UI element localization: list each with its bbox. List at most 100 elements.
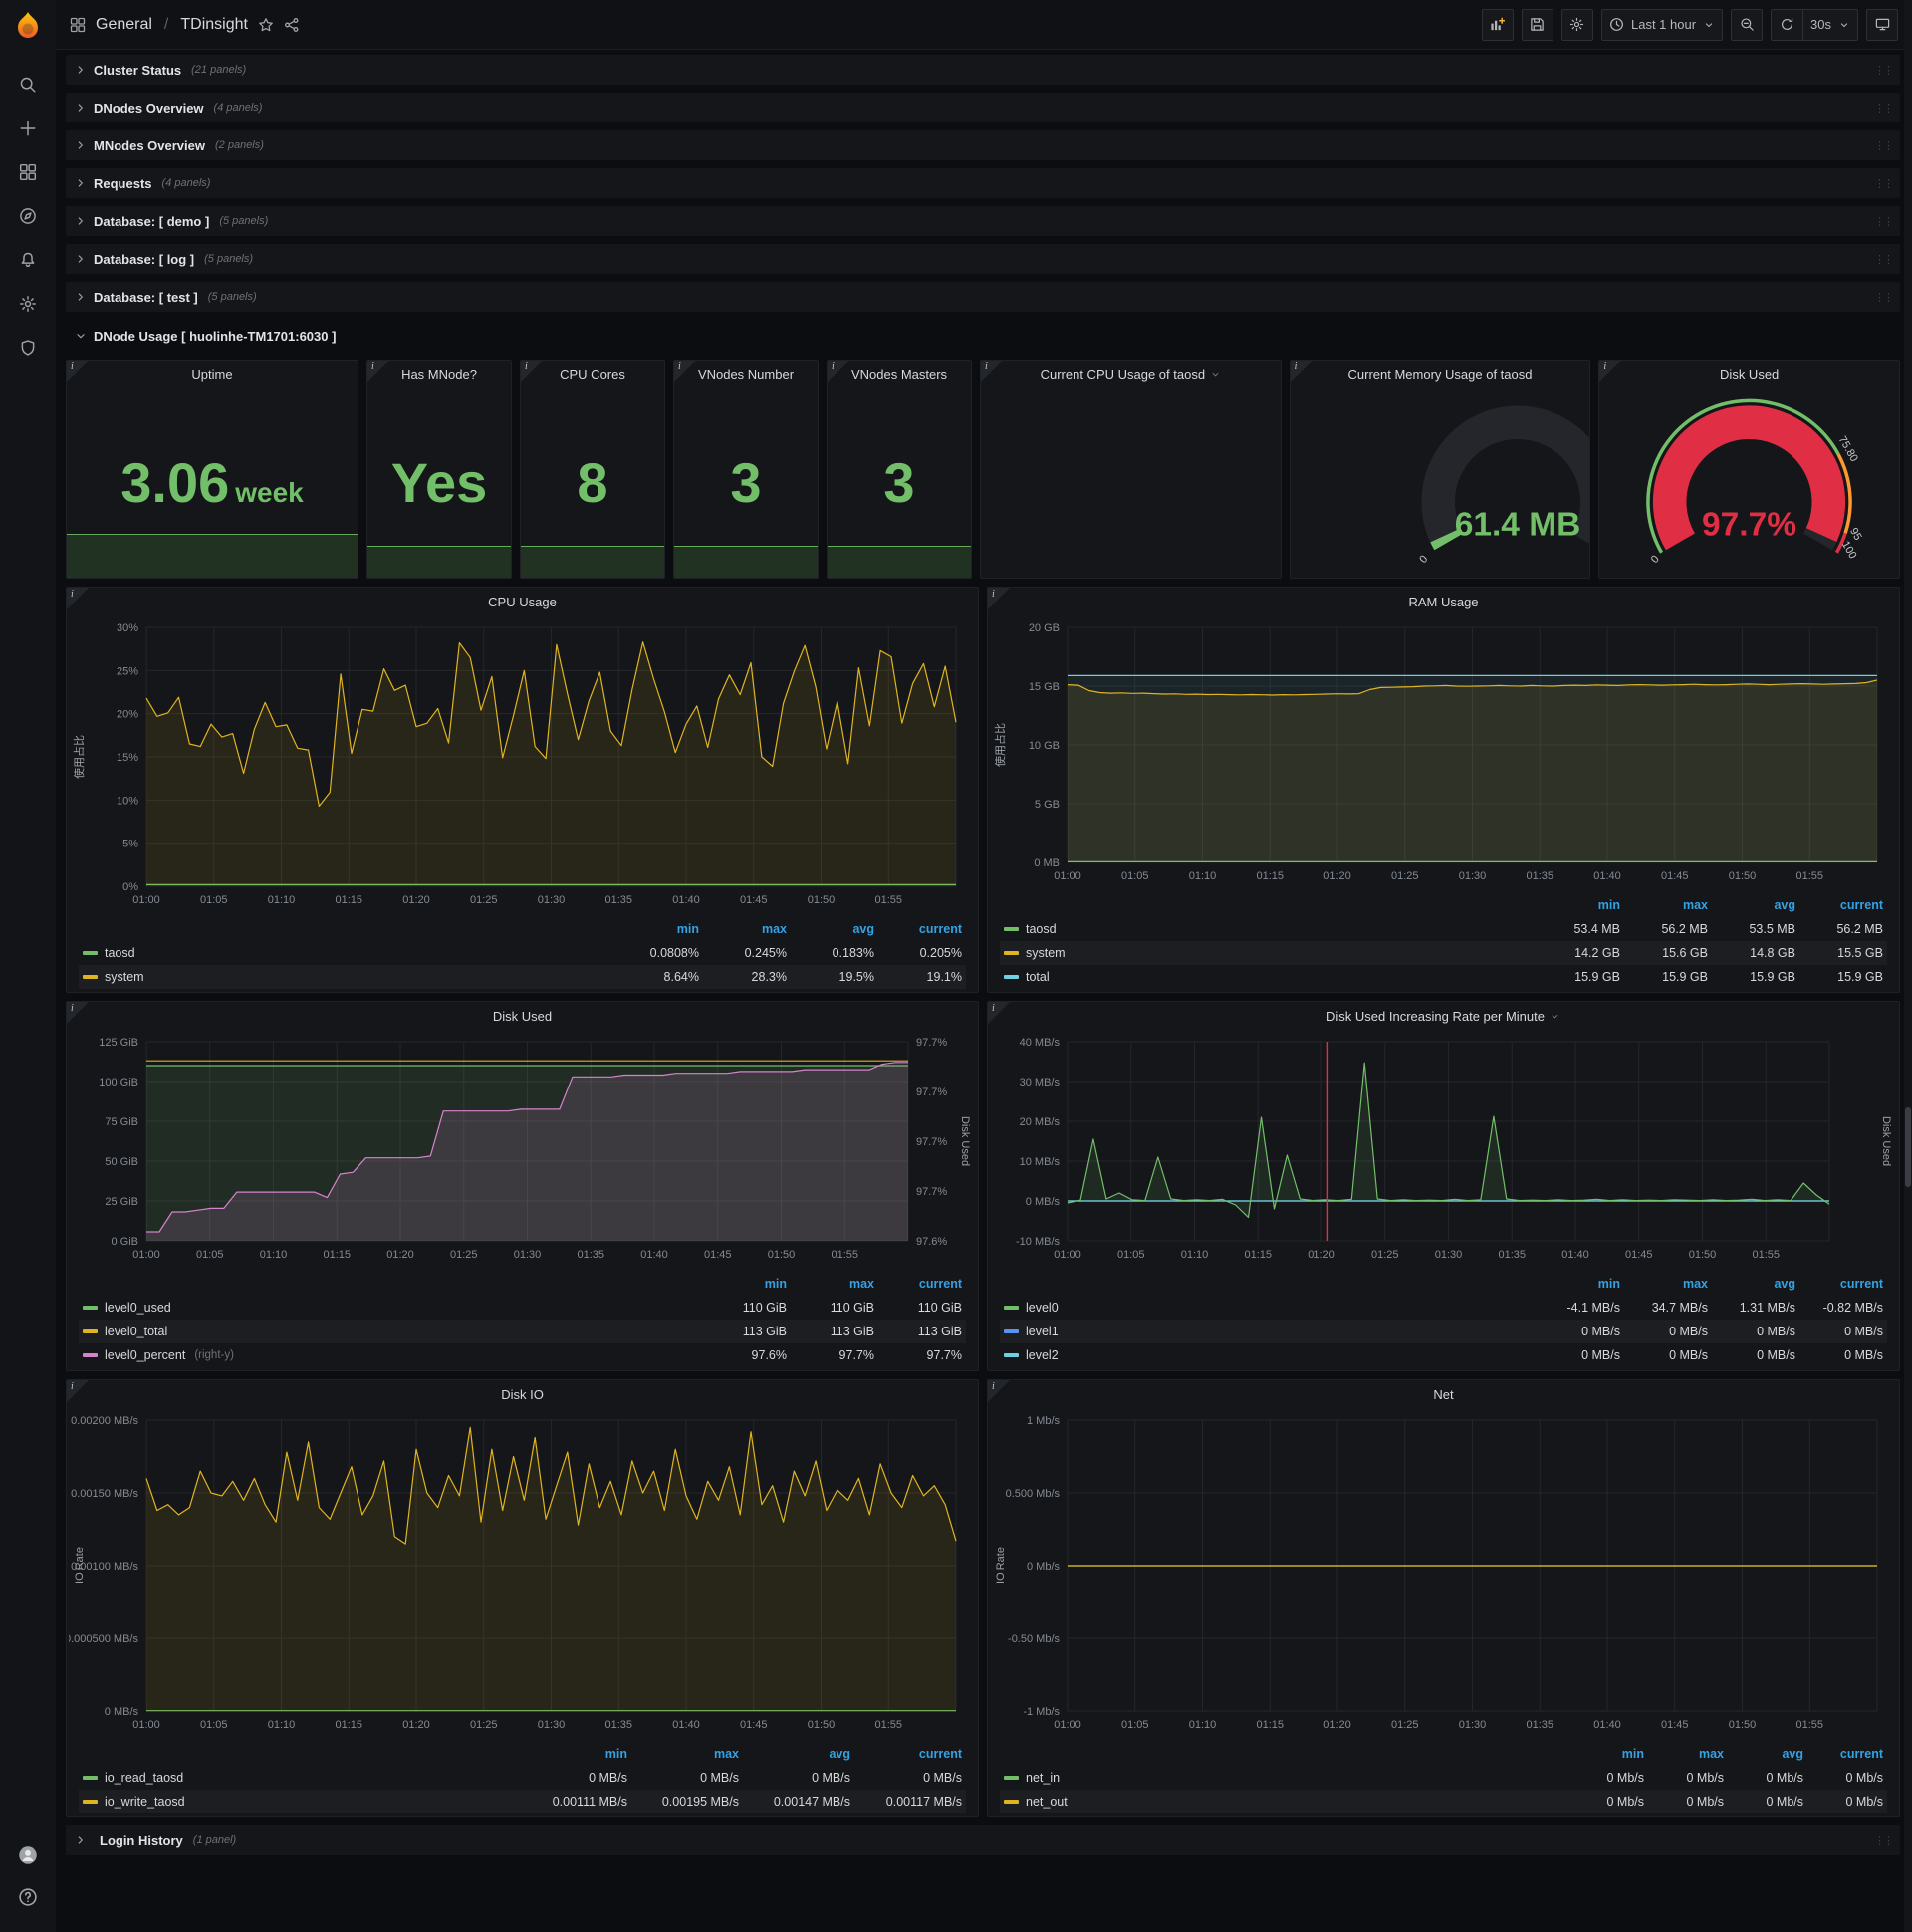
sidebar-item-explore[interactable] [8,195,48,237]
panel-add-button[interactable] [1481,8,1514,41]
legend-series-toggle[interactable]: taosd [1004,922,1533,936]
info-corner-icon[interactable]: i [981,361,1003,382]
gauge-value: 97.7% [1702,507,1796,544]
legend-series-toggle[interactable]: level0_percent (right-y) [83,1348,699,1362]
dashboard-row[interactable]: DNodes Overview (4 panels) ⋮⋮ [66,93,1900,122]
panel-title[interactable]: Disk IO [67,1380,978,1408]
zoom-out-button[interactable] [1731,8,1764,41]
legend-series-toggle[interactable]: net_in [1004,1771,1564,1785]
info-corner-icon[interactable]: i [988,588,1010,609]
row-dnode-usage[interactable]: DNode Usage [ huolinhe-TM1701:6030 ] [66,320,1900,352]
scrollbar-track[interactable] [1904,0,1912,1932]
dashboard-row[interactable]: MNodes Overview (2 panels) ⋮⋮ [66,130,1900,160]
sidebar-item-server-admin[interactable] [8,327,48,368]
refresh-button[interactable] [1771,8,1803,41]
refresh-interval-picker[interactable]: 30s [1802,8,1858,41]
legend-series-toggle[interactable]: level0_total [83,1325,699,1338]
drag-handle-icon[interactable]: ⋮⋮ [1874,102,1894,115]
info-corner-icon[interactable]: i [67,361,89,382]
legend-series-toggle[interactable]: system [83,970,611,984]
sidebar-item-search[interactable] [8,64,48,106]
drag-handle-icon[interactable]: ⋮⋮ [1874,139,1894,152]
legend-row: io_read_taosd 0 MB/s 0 MB/s 0 MB/s 0 MB/s [79,1766,966,1790]
legend-series-toggle[interactable]: io_write_taosd [83,1795,516,1809]
legend-series-toggle[interactable]: total [1004,970,1533,984]
monitor-button[interactable] [1866,8,1898,41]
share-icon[interactable] [284,17,300,33]
sidebar-item-configuration[interactable] [8,283,48,325]
sidebar-item-dashboards[interactable] [8,151,48,193]
legend-value: 15.9 GB [1574,970,1620,984]
info-corner-icon[interactable]: i [67,1002,89,1024]
info-corner-icon[interactable]: i [521,361,543,382]
info-corner-icon[interactable]: i [67,1380,89,1402]
chart-plot-area[interactable]: 01:00 01:05 01:10 01:15 01:20 01:25 01:30 01:35… [990,1410,1893,1740]
dashboard-row[interactable]: Database: [ log ] (5 panels) ⋮⋮ [66,244,1900,274]
legend-series-toggle[interactable]: net_out [1004,1795,1564,1809]
panel-title[interactable]: Disk Used Increasing Rate per Minute [988,1002,1899,1030]
drag-handle-icon[interactable]: ⋮⋮ [1874,253,1894,266]
info-corner-icon[interactable]: i [1290,361,1313,382]
legend-row: level0_total 113 GiB 113 GiB 113 GiB [79,1320,966,1343]
grafana-logo[interactable] [9,8,47,46]
sidebar-item-help[interactable] [8,1876,48,1918]
legend-header: min [764,1277,787,1291]
panel-title[interactable]: Disk Used [1599,361,1899,388]
star-icon[interactable] [258,17,274,33]
panel-title[interactable]: Current Memory Usage of taosd [1291,361,1590,388]
gauge-chart: 01000.154% [981,388,1282,578]
dashboard-row[interactable]: Database: [ demo ] (5 panels) ⋮⋮ [66,206,1900,236]
star-icon [259,17,273,31]
panel-title[interactable]: Net [988,1380,1899,1408]
legend-series-toggle[interactable]: level0_used [83,1301,699,1315]
sidebar-item-alerting[interactable] [8,239,48,281]
legend-series-toggle[interactable]: io_read_taosd [83,1771,516,1785]
chart-plot-area[interactable]: 01:00 01:05 01:10 01:15 01:20 01:25 01:30 01:35… [69,617,972,915]
dashboard-row[interactable]: Requests (4 panels) ⋮⋮ [66,168,1900,198]
time-range-picker[interactable]: Last 1 hour [1600,8,1724,41]
legend-series-toggle[interactable]: level1 [1004,1325,1533,1338]
drag-handle-icon[interactable]: ⋮⋮ [1874,215,1894,228]
info-corner-icon[interactable]: i [674,361,696,382]
drag-handle-icon[interactable]: ⋮⋮ [1874,1834,1894,1847]
row-login-history[interactable]: Login History (1 panel) ⋮⋮ [66,1825,1900,1855]
x-tick-label: 01:05 [1117,1249,1145,1261]
panel-title[interactable]: Uptime [67,361,358,388]
info-corner-icon[interactable]: i [367,361,389,382]
legend-header-row: min max current [79,1272,966,1296]
panel-title[interactable]: Disk Used [67,1002,978,1030]
gear-button[interactable] [1560,8,1593,41]
chart-plot-area[interactable]: 01:00 01:05 01:10 01:15 01:20 01:25 01:30 01:35… [69,1032,972,1270]
legend-series-toggle[interactable]: taosd [83,946,611,960]
dashboard-row[interactable]: Database: [ test ] (5 panels) ⋮⋮ [66,282,1900,312]
sidebar-item-profile[interactable] [8,1834,48,1876]
chevron-right-icon [78,66,83,74]
info-corner-icon[interactable]: i [988,1380,1010,1402]
panel-title[interactable]: CPU Usage [67,588,978,615]
legend-series-toggle[interactable]: level0 [1004,1301,1533,1315]
legend-series-toggle[interactable]: level2 [1004,1348,1533,1362]
info-corner-icon[interactable]: i [988,1002,1010,1024]
scrollbar-thumb[interactable] [1905,1107,1911,1187]
dashboard-row[interactable]: Cluster Status (21 panels) ⋮⋮ [66,55,1900,85]
breadcrumb-section[interactable]: General [96,16,152,34]
legend-header-row: min max avg current [1000,893,1887,917]
legend-value: 113 GiB [830,1325,874,1338]
save-button[interactable] [1521,8,1554,41]
sidebar-item-create[interactable] [8,108,48,149]
chart-plot-area[interactable]: 01:00 01:05 01:10 01:15 01:20 01:25 01:30 01:35… [67,1410,972,1740]
info-corner-icon[interactable]: i [828,361,849,382]
info-corner-icon[interactable]: i [67,588,89,609]
dashboards-icon [19,163,37,181]
panel-title[interactable]: Current CPU Usage of taosd [981,361,1281,388]
breadcrumb-page[interactable]: TDinsight [180,16,248,34]
drag-handle-icon[interactable]: ⋮⋮ [1874,291,1894,304]
drag-handle-icon[interactable]: ⋮⋮ [1874,64,1894,77]
chart-plot-area[interactable]: 01:00 01:05 01:10 01:15 01:20 01:25 01:30 01:35… [990,1032,1893,1270]
chart-plot-area[interactable]: 01:00 01:05 01:10 01:15 01:20 01:25 01:30 01:35… [990,617,1893,891]
drag-handle-icon[interactable]: ⋮⋮ [1874,177,1894,190]
legend-series-toggle[interactable]: system [1004,946,1533,960]
legend-value: 0 MB/s [1581,1325,1620,1338]
panel-title[interactable]: RAM Usage [988,588,1899,615]
info-corner-icon[interactable]: i [1599,361,1622,382]
